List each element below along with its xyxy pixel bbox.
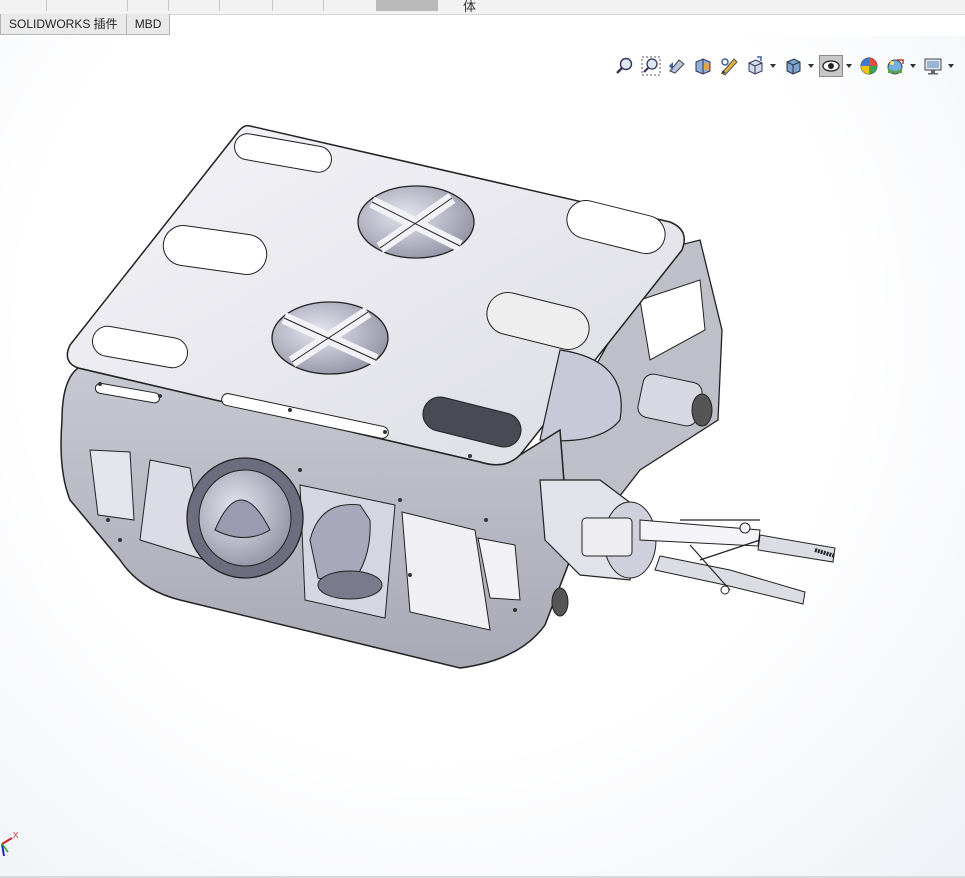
rov-frame xyxy=(60,124,723,669)
vertical-thruster-port xyxy=(357,185,475,259)
manipulator-arm xyxy=(539,479,836,605)
vertical-thruster-port xyxy=(271,301,389,375)
tab-mbd[interactable]: MBD xyxy=(126,14,171,35)
rear-light xyxy=(551,587,569,617)
toolbar-segment[interactable] xyxy=(273,0,324,11)
rov-assembly-model[interactable] xyxy=(0,36,965,878)
graphics-area[interactable]: X xyxy=(0,36,965,878)
toolbar-segment[interactable] xyxy=(0,0,47,11)
toolbar-segment[interactable] xyxy=(169,0,220,11)
toolbar-segment[interactable] xyxy=(220,0,273,11)
active-toolbar-tab[interactable] xyxy=(376,0,438,11)
horizontal-thruster xyxy=(186,457,304,579)
toolbar-segment[interactable] xyxy=(128,0,169,11)
tab-solidworks-addins[interactable]: SOLIDWORKS 插件 xyxy=(0,14,127,35)
reference-triad[interactable]: X xyxy=(0,826,24,862)
triad-x-label: X xyxy=(13,831,19,840)
toolbar-segment[interactable] xyxy=(47,0,128,11)
toolbar-partial-label: 体 xyxy=(463,0,477,14)
top-toolbar-strip: 体 xyxy=(0,0,965,15)
command-manager-tabs: SOLIDWORKS 插件 MBD xyxy=(0,14,171,35)
